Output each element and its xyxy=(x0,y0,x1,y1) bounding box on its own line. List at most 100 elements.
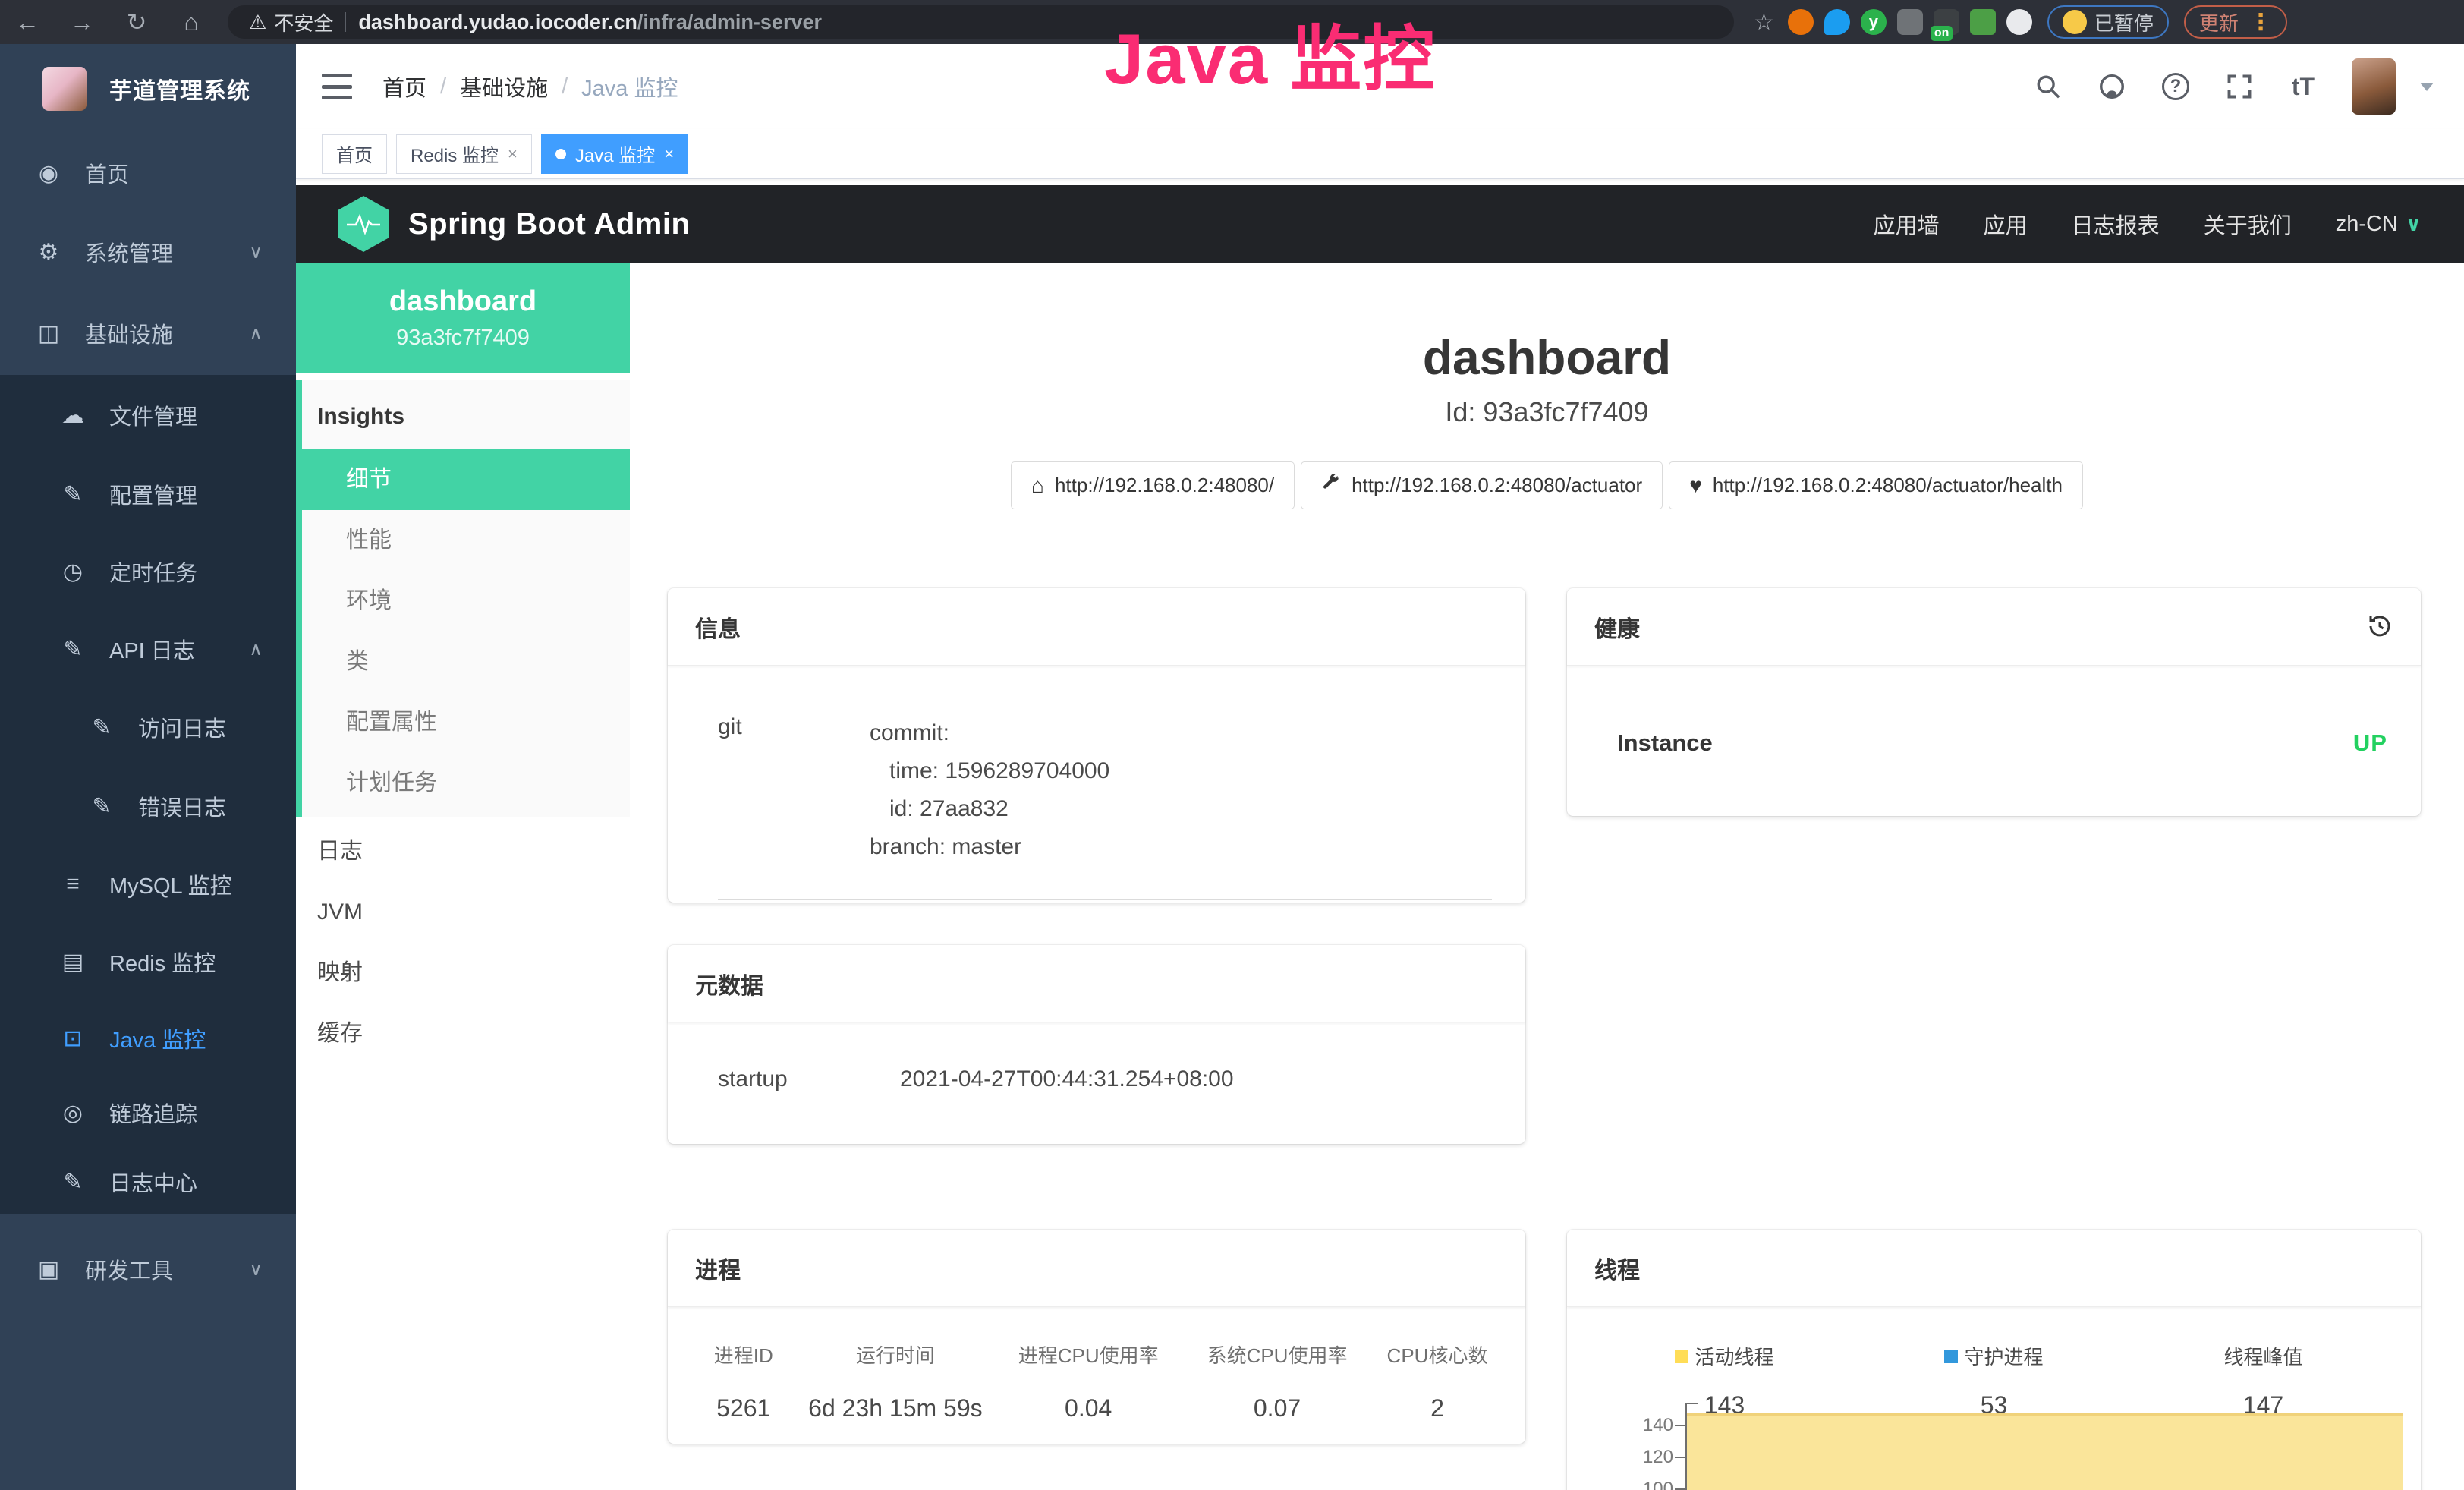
breadcrumb-current: Java 监控 xyxy=(581,71,678,102)
y-tick: 140 xyxy=(1594,1415,1673,1436)
process-table-headers: 进程ID 运行时间 进程CPU使用率 系统CPU使用率 CPU核心数 xyxy=(686,1340,1507,1369)
chevron-up-icon: ∧ xyxy=(249,323,263,345)
sidebar-item-access-logs[interactable]: ✎ 访问日志 xyxy=(0,688,296,767)
bookmark-star-icon[interactable]: ☆ xyxy=(1754,9,1774,36)
sba-item-jvm[interactable]: JVM xyxy=(296,882,630,943)
home-icon[interactable]: ⌂ xyxy=(164,8,219,36)
breadcrumb-home[interactable]: 首页 xyxy=(382,71,426,102)
sidebar-item-mysql-monitor[interactable]: ≡ MySQL 监控 xyxy=(0,846,296,923)
nav-journal[interactable]: 日志报表 xyxy=(2072,208,2160,240)
sba-root-items: 日志 JVM 映射 缓存 xyxy=(296,821,630,1064)
actuator-url-button[interactable]: http://192.168.0.2:48080/actuator xyxy=(1301,461,1663,509)
nav-applications[interactable]: 应用 xyxy=(1984,208,2028,240)
url-domain[interactable]: dashboard.yudao.iocoder.cn xyxy=(358,11,637,34)
metadata-row-startup: startup 2021-04-27T00:44:31.254+08:00 xyxy=(718,1066,1492,1123)
sidebar-item-file-manage[interactable]: ☁ 文件管理 xyxy=(0,375,296,455)
security-label[interactable]: 不安全 xyxy=(274,8,333,36)
hamburger-icon[interactable] xyxy=(322,74,352,99)
forward-icon[interactable]: → xyxy=(55,8,109,36)
sba-item-classes[interactable]: 类 xyxy=(302,632,630,692)
service-url-button[interactable]: ⌂ http://192.168.0.2:48080/ xyxy=(1011,461,1295,509)
sba-instance-header[interactable]: dashboard 93a3fc7f7409 xyxy=(296,263,630,373)
search-icon[interactable] xyxy=(2033,71,2063,102)
sidebar-item-infrastructure[interactable]: ◫ 基础设施 ∧ xyxy=(0,291,296,375)
locale-select[interactable]: zh-CN ∨ xyxy=(2336,212,2422,237)
extension-icon[interactable] xyxy=(1824,9,1850,35)
health-url-button[interactable]: ♥ http://192.168.0.2:48080/actuator/heal… xyxy=(1669,461,2083,509)
sba-sidebar: dashboard 93a3fc7f7409 Insights 细节 性能 环境… xyxy=(296,263,630,1490)
chevron-down-icon: ∨ xyxy=(249,241,263,263)
sidebar-item-devtools[interactable]: ▣ 研发工具 ∨ xyxy=(0,1230,296,1309)
help-icon[interactable]: ? xyxy=(2160,71,2191,102)
nav-about[interactable]: 关于我们 xyxy=(2204,208,2292,240)
update-button[interactable]: 更新 ⋮ xyxy=(2184,5,2287,39)
sba-item-logs[interactable]: 日志 xyxy=(296,821,630,882)
sba-navbar: Spring Boot Admin 应用墙 应用 日志报表 关于我们 zh-CN… xyxy=(296,185,2464,263)
paused-label: 已暂停 xyxy=(2094,8,2154,36)
sba-item-metrics[interactable]: 性能 xyxy=(302,510,630,571)
sba-item-caches[interactable]: 缓存 xyxy=(296,1003,630,1064)
sidebar-item-api-logs[interactable]: ✎ API 日志 ∧ xyxy=(0,610,296,688)
info-card: 信息 git commit: time: 1596289704000 id: 2… xyxy=(668,588,1525,903)
sba-item-config-props[interactable]: 配置属性 xyxy=(302,692,630,753)
close-icon[interactable]: × xyxy=(664,144,674,164)
github-icon[interactable] xyxy=(2097,71,2127,102)
font-size-icon[interactable]: tT xyxy=(2288,71,2318,102)
sba-brand-title[interactable]: Spring Boot Admin xyxy=(408,207,690,241)
process-card-header: 进程 xyxy=(668,1230,1525,1307)
tab-redis-monitor[interactable]: Redis 监控 × xyxy=(396,134,532,174)
reload-icon[interactable]: ↻ xyxy=(109,8,164,36)
y-tick: 100 xyxy=(1594,1479,1673,1490)
tab-java-monitor[interactable]: Java 监控 × xyxy=(541,134,688,174)
threads-card-header: 线程 xyxy=(1567,1230,2421,1307)
kebab-menu-icon[interactable]: ⋮ xyxy=(2249,9,2272,36)
breadcrumb-separator: / xyxy=(562,74,568,99)
sidebar-item-log-center[interactable]: ✎ 日志中心 xyxy=(0,1149,296,1214)
heartbeat-icon: ♥ xyxy=(1689,474,1702,498)
instance-id: 93a3fc7f7409 xyxy=(296,326,630,351)
extension-icon[interactable]: y xyxy=(1861,9,1887,35)
extension-icon[interactable]: on xyxy=(1934,9,1959,35)
nav-wall[interactable]: 应用墙 xyxy=(1874,208,1940,240)
extension-icon[interactable] xyxy=(1970,9,1996,35)
sba-item-details[interactable]: 细节 xyxy=(302,449,630,510)
git-commit-info: commit: time: 1596289704000 id: 27aa832 … xyxy=(870,714,1109,866)
close-icon[interactable]: × xyxy=(508,144,518,164)
app-logo-row[interactable]: 芋道管理系统 xyxy=(0,44,296,134)
sba-item-mappings[interactable]: 映射 xyxy=(296,943,630,1003)
sidebar-item-error-logs[interactable]: ✎ 错误日志 xyxy=(0,767,296,846)
spring-boot-admin-logo[interactable] xyxy=(338,196,389,252)
extension-icon[interactable] xyxy=(1897,9,1923,35)
tab-home[interactable]: 首页 xyxy=(322,134,387,174)
fullscreen-icon[interactable] xyxy=(2224,71,2255,102)
sidebar-item-java-monitor[interactable]: ⊡ Java 监控 xyxy=(0,1000,296,1076)
eye-icon: ◎ xyxy=(58,1100,88,1126)
process-table-values: 5261 6d 23h 15m 59s 0.04 0.07 2 xyxy=(686,1394,1507,1422)
paused-chip[interactable]: 已暂停 xyxy=(2047,5,2169,39)
sidebar-item-tracing[interactable]: ◎ 链路追踪 xyxy=(0,1076,296,1149)
sidebar-item-scheduled-jobs[interactable]: ◷ 定时任务 xyxy=(0,533,296,610)
sidebar-item-system[interactable]: ⚙ 系统管理 ∨ xyxy=(0,213,296,291)
active-dot xyxy=(555,149,566,159)
sba-item-scheduled-tasks[interactable]: 计划任务 xyxy=(302,753,630,814)
sidebar-item-home[interactable]: ◉ 首页 xyxy=(0,134,296,213)
url-path[interactable]: /infra/admin-server xyxy=(637,11,822,34)
app-logo xyxy=(42,67,87,111)
avatar-caret-icon[interactable] xyxy=(2420,83,2434,91)
extensions-puzzle-icon[interactable] xyxy=(2006,9,2032,35)
back-icon[interactable]: ← xyxy=(0,8,55,36)
sba-item-environment[interactable]: 环境 xyxy=(302,571,630,632)
sidebar-item-config-manage[interactable]: ✎ 配置管理 xyxy=(0,455,296,533)
extension-icon[interactable] xyxy=(1788,9,1814,35)
sidebar-item-redis-monitor[interactable]: ▤ Redis 监控 xyxy=(0,923,296,1000)
instance-links: ⌂ http://192.168.0.2:48080/ http://192.1… xyxy=(630,461,2464,509)
history-icon[interactable] xyxy=(2366,613,2393,644)
address-bar[interactable]: ⚠ 不安全 dashboard.yudao.iocoder.cn /infra/… xyxy=(228,5,1734,39)
layers-icon: ▤ xyxy=(58,949,88,975)
gear-icon: ⚙ xyxy=(33,239,64,266)
chevron-up-icon: ∧ xyxy=(249,638,263,660)
avatar[interactable] xyxy=(2352,58,2396,115)
threads-card: 线程 活动线程 143 守护进程 53 线程峰值 147 140 xyxy=(1567,1230,2421,1490)
java-monitor-icon: ⊡ xyxy=(58,1025,88,1052)
breadcrumb-section[interactable]: 基础设施 xyxy=(460,71,548,102)
